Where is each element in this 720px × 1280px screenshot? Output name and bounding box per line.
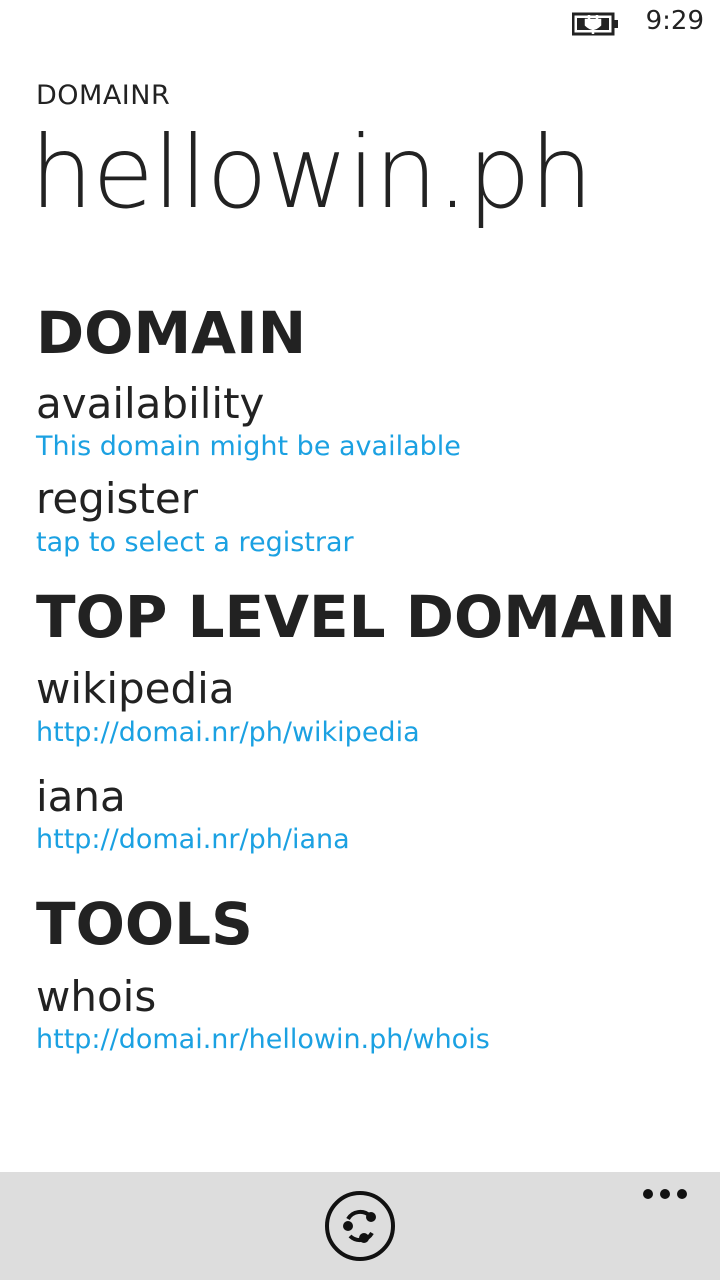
refresh-icon[interactable] xyxy=(324,1190,396,1262)
status-bar: 9:29 xyxy=(0,0,720,46)
item-title: whois xyxy=(36,972,157,1021)
section-header: DOMAIN xyxy=(36,299,307,367)
item-title: register xyxy=(36,474,198,524)
item-title: wikipedia xyxy=(36,664,235,714)
iana-link[interactable]: http://domai.nr/ph/iana xyxy=(36,822,700,857)
app-name: DOMAINR xyxy=(36,80,171,111)
more-options-icon[interactable] xyxy=(642,1182,688,1206)
item-title: availability xyxy=(36,378,265,428)
availability-link[interactable]: This domain might be available xyxy=(36,429,700,464)
details-list: DOMAIN availability This domain might be… xyxy=(36,300,700,1057)
register-link[interactable]: tap to select a registrar xyxy=(36,525,700,560)
section-header: TOP LEVEL DOMAIN xyxy=(36,582,676,651)
list-item-register[interactable]: register tap to select a registrar xyxy=(36,474,700,559)
clock: 9:29 xyxy=(645,6,704,36)
list-item-availability[interactable]: availability This domain might be availa… xyxy=(36,379,700,464)
list-item-wikipedia[interactable]: wikipedia http://domai.nr/ph/wikipedia xyxy=(36,664,700,749)
list-item-iana[interactable]: iana http://domai.nr/ph/iana xyxy=(36,772,700,857)
battery-charging-icon xyxy=(572,12,618,36)
whois-link[interactable]: http://domai.nr/hellowin.ph/whois xyxy=(36,1022,700,1057)
section-tools: TOOLS whois http://domai.nr/hellowin.ph/… xyxy=(36,891,700,1057)
wikipedia-link[interactable]: http://domai.nr/ph/wikipedia xyxy=(36,715,700,750)
app-bar xyxy=(0,1172,720,1280)
section-top-level-domain: TOP LEVEL DOMAIN wikipedia http://domai.… xyxy=(36,582,700,858)
page-title: hellowin.ph xyxy=(30,114,593,231)
item-title: iana xyxy=(36,771,126,821)
section-domain: DOMAIN availability This domain might be… xyxy=(36,300,700,560)
list-item-whois[interactable]: whois http://domai.nr/hellowin.ph/whois xyxy=(36,972,700,1057)
section-header: TOOLS xyxy=(36,890,253,959)
